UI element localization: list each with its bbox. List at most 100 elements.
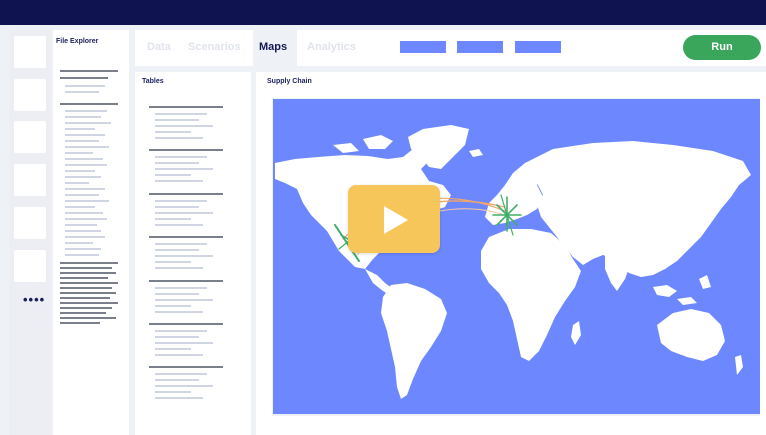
table-line [155,174,191,176]
table-line [155,385,213,387]
toolbar-placeholder-3[interactable] [515,41,561,53]
table-line [155,342,213,344]
explorer-line [65,254,99,256]
madagascar [571,321,581,345]
play-video-button[interactable] [348,185,440,253]
tab-scenarios[interactable]: Scenarios [188,41,241,53]
explorer-line [60,267,112,269]
tab-analytics[interactable]: Analytics [307,41,356,53]
table-line [155,212,213,214]
tab-maps[interactable]: Maps [259,41,287,53]
explorer-line [65,224,97,226]
explorer-line [60,77,108,79]
explorer-line [60,297,110,299]
table-line [155,180,203,182]
explorer-line [65,182,89,184]
explorer-line [65,128,95,130]
rail-item-2[interactable] [14,79,46,111]
explorer-line [60,103,118,105]
table-line [155,218,191,220]
explorer-line [65,91,99,93]
africa [481,229,581,361]
tables-panel: Tables [135,72,251,435]
left-rail: •••• [9,30,51,435]
table-line [149,236,223,238]
toolbar-placeholder-2[interactable] [457,41,503,53]
table-line [155,287,207,289]
explorer-line [60,282,118,284]
south-america [381,283,447,399]
table-line [155,131,191,133]
table-line [149,366,223,368]
explorer-line [65,236,105,238]
table-line [155,200,207,202]
table-line [155,206,199,208]
map-title: Supply Chain [267,78,312,85]
tabs-header: Data Scenarios Maps Analytics Run [135,30,766,66]
table-line [155,119,199,121]
explorer-line [65,194,99,196]
top-bar [0,0,766,25]
table-line [155,255,213,257]
table-line [155,113,207,115]
table-line [155,391,191,393]
world-map[interactable] [273,99,760,414]
explorer-line [60,262,118,264]
explorer-line [60,312,106,314]
explorer-line [65,85,105,87]
explorer-line [60,292,116,294]
table-line [155,249,199,251]
table-line [155,397,203,399]
file-explorer: File Explorer [53,30,129,435]
explorer-line [65,110,107,112]
table-line [155,293,199,295]
explorer-line [60,317,116,319]
table-line [149,280,223,282]
explorer-line [65,164,107,166]
table-line [155,330,207,332]
explorer-line [65,188,105,190]
table-line [155,162,199,164]
rail-item-6[interactable] [14,250,46,282]
australia [657,309,725,361]
explorer-line [65,242,93,244]
rail-item-3[interactable] [14,121,46,153]
explorer-line [65,146,109,148]
explorer-line [60,302,118,304]
run-button[interactable]: Run [683,35,761,60]
table-line [155,311,203,313]
explorer-line [65,140,99,142]
rail-item-4[interactable] [14,164,46,196]
rail-item-5[interactable] [14,207,46,239]
table-line [155,299,213,301]
table-line [155,125,213,127]
more-horizontal-icon[interactable]: •••• [23,293,45,306]
explorer-line [65,116,101,118]
table-line [155,354,203,356]
table-line [149,323,223,325]
tables-title: Tables [142,78,164,85]
table-line [155,168,213,170]
explorer-line [65,158,103,160]
file-explorer-title: File Explorer [56,38,99,45]
iceland [469,149,483,157]
explorer-line [65,206,95,208]
toolbar-placeholder-1[interactable] [400,41,446,53]
explorer-line [65,230,101,232]
arctic-islands [333,135,393,153]
table-line [155,373,207,375]
table-line [155,336,199,338]
table-line [155,137,203,139]
explorer-line [60,287,112,289]
table-line [155,305,191,307]
explorer-line [65,248,101,250]
tab-data[interactable]: Data [147,41,171,53]
table-line [155,224,203,226]
explorer-line [65,200,109,202]
rail-item-1[interactable] [14,36,46,68]
table-line [155,243,207,245]
play-icon [384,206,408,234]
explorer-line [65,170,95,172]
new-zealand [735,355,743,375]
table-line [149,106,223,108]
